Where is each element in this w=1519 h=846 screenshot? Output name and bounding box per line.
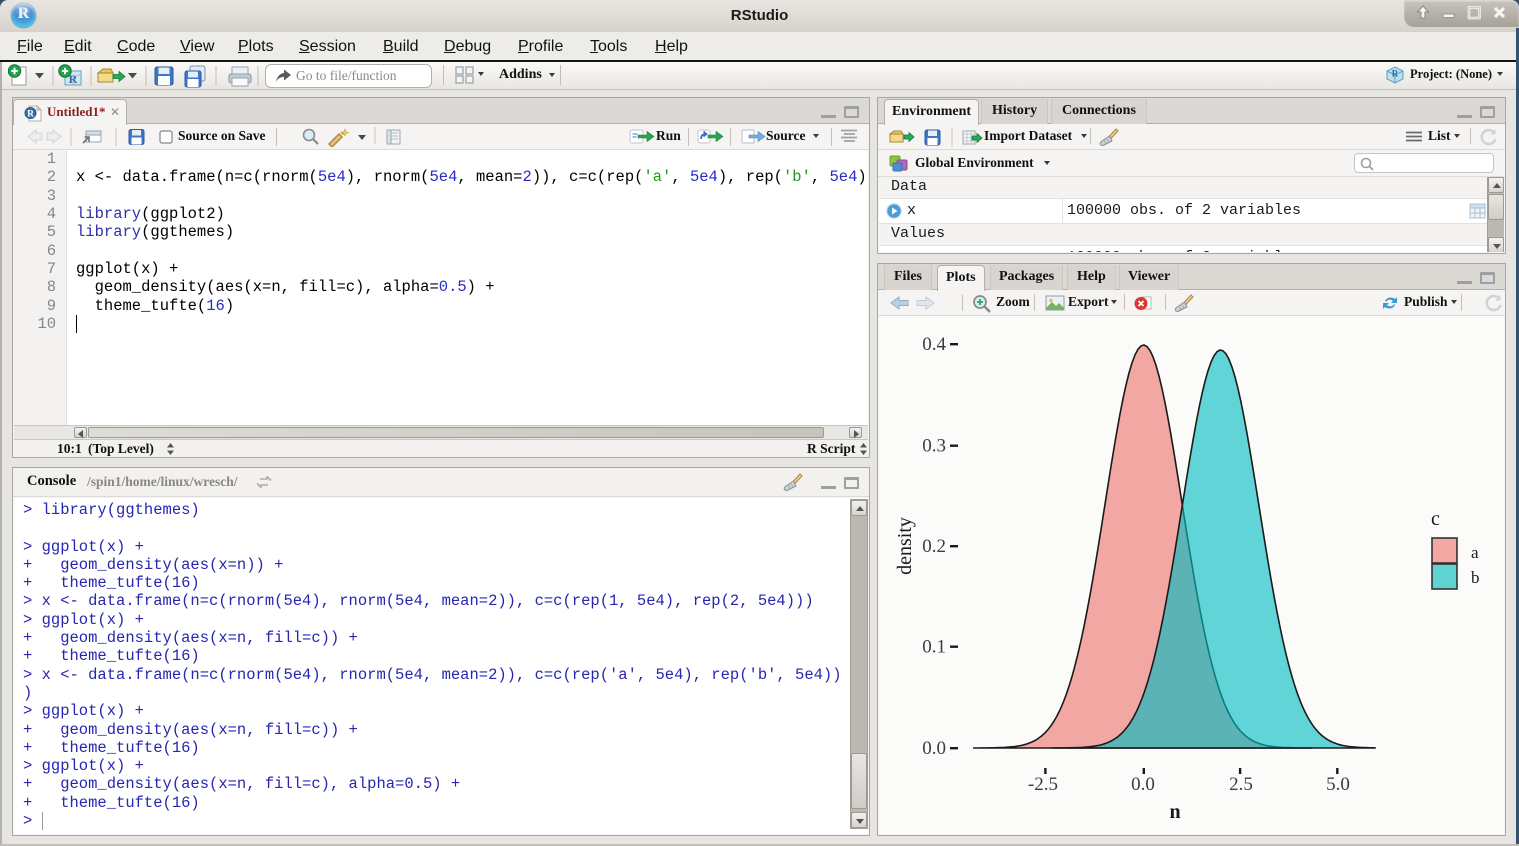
svg-text:0.3: 0.3 [922, 436, 946, 457]
svg-text:5.0: 5.0 [1326, 774, 1350, 795]
svg-text:0.0: 0.0 [1131, 774, 1155, 795]
svg-text:c: c [1431, 508, 1440, 530]
svg-text:0.2: 0.2 [922, 536, 946, 557]
svg-text:0.0: 0.0 [922, 738, 946, 759]
svg-text:b: b [1471, 568, 1480, 587]
svg-text:R: R [27, 110, 34, 120]
svg-text:R: R [1392, 69, 1399, 79]
svg-text:a: a [1471, 543, 1479, 562]
svg-text:0.1: 0.1 [922, 637, 946, 658]
svg-text:0.4: 0.4 [922, 334, 946, 355]
svg-text:n: n [1169, 801, 1180, 823]
svg-text:density: density [894, 517, 916, 575]
svg-text:-2.5: -2.5 [1028, 774, 1058, 795]
svg-text:2.5: 2.5 [1229, 774, 1253, 795]
